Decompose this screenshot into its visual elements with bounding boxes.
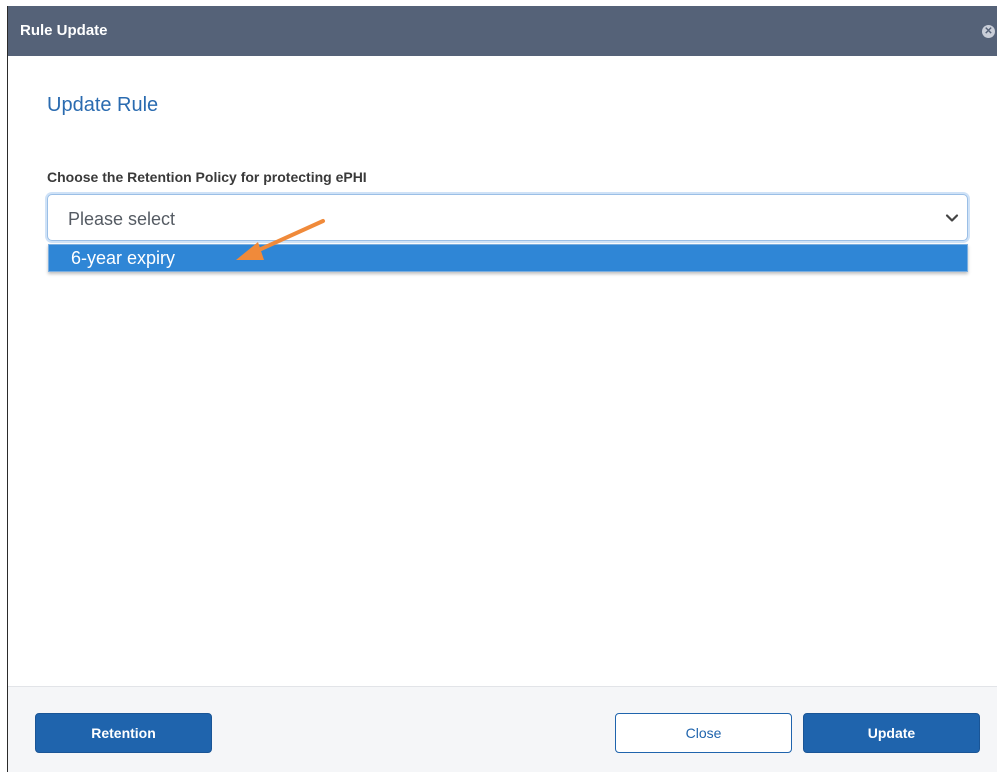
retention-policy-select[interactable]: Please select (47, 194, 968, 241)
dropdown-option-6-year-expiry[interactable]: 6-year expiry (48, 244, 968, 272)
dialog-title: Rule Update (20, 22, 108, 39)
close-button[interactable]: Close (615, 713, 792, 753)
page-heading: Update Rule (47, 94, 159, 116)
dialog-footer: Retention Close Update (8, 687, 997, 772)
retention-policy-label: Choose the Retention Policy for protecti… (47, 169, 367, 185)
update-button[interactable]: Update (803, 713, 980, 753)
rule-update-dialog: Rule Update ✕ Update Rule Choose the Ret… (7, 6, 997, 772)
close-icon[interactable]: ✕ (982, 25, 995, 38)
option-label: 6-year expiry (71, 248, 176, 268)
arrow-pointer-icon (236, 219, 325, 260)
select-value: Please select (68, 209, 176, 229)
dialog-titlebar: Rule Update ✕ (8, 6, 997, 56)
retention-button[interactable]: Retention (35, 713, 212, 753)
chevron-down-icon (945, 214, 959, 222)
